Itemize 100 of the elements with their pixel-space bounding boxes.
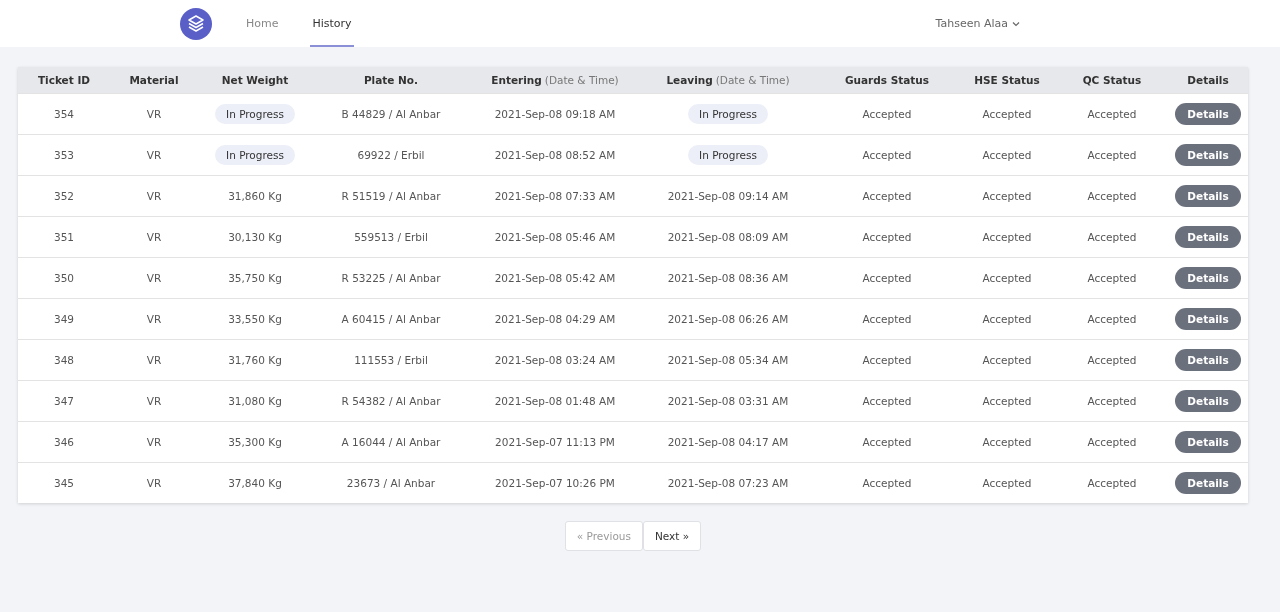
table-cell: 31,080 Kg	[228, 395, 282, 407]
details-button[interactable]: Details	[1175, 308, 1241, 330]
nav-link[interactable]: History	[310, 0, 354, 47]
table-cell: 350	[53, 272, 74, 284]
table-cell: VR	[146, 477, 162, 489]
table-cell: 2021-Sep-08 05:34 AM	[667, 354, 789, 366]
table-cell: Accepted	[982, 190, 1032, 202]
status-pill: In Progress	[688, 145, 768, 165]
table-cell: 2021-Sep-08 09:18 AM	[494, 108, 616, 120]
table-cell: 353	[53, 149, 74, 161]
details-button[interactable]: Details	[1175, 144, 1241, 166]
table-cell: Accepted	[1087, 477, 1137, 489]
table-cell: 351	[53, 231, 74, 243]
column-header: Ticket ID	[18, 67, 110, 93]
table-cell: Accepted	[982, 231, 1032, 243]
table-cell: Accepted	[982, 436, 1032, 448]
table-cell: VR	[146, 190, 162, 202]
details-button[interactable]: Details	[1175, 472, 1241, 494]
table-cell: VR	[146, 272, 162, 284]
table-cell: Accepted	[982, 149, 1032, 161]
table-cell: 345	[53, 477, 74, 489]
chevron-down-icon	[1012, 20, 1020, 27]
table-cell: Accepted	[982, 108, 1032, 120]
table-cell: 23673 / Al Anbar	[346, 477, 436, 489]
column-header: Guards Status	[816, 67, 958, 93]
details-button[interactable]: Details	[1175, 103, 1241, 125]
logo-icon[interactable]	[180, 7, 212, 40]
column-header: Net Weight	[198, 67, 312, 93]
table-cell: Accepted	[982, 313, 1032, 325]
table-cell: 2021-Sep-08 08:09 AM	[667, 231, 789, 243]
table-cell: 352	[53, 190, 74, 202]
table-cell: Accepted	[862, 354, 912, 366]
table-cell: Accepted	[1087, 190, 1137, 202]
column-header: QC Status	[1056, 67, 1168, 93]
table-cell: Accepted	[982, 395, 1032, 407]
table-cell: Accepted	[1087, 354, 1137, 366]
column-header: Entering (Date & Time)	[470, 67, 640, 93]
pagination-button[interactable]: Next »	[642, 521, 702, 551]
table-cell: 111553 / Erbil	[354, 354, 428, 366]
table-cell: 31,860 Kg	[228, 190, 282, 202]
table-cell: 349	[53, 313, 74, 325]
table-cell: VR	[146, 436, 162, 448]
table-cell: R 54382 / Al Anbar	[341, 395, 441, 407]
table-cell: 2021-Sep-08 07:23 AM	[667, 477, 789, 489]
column-header: Details	[1168, 67, 1248, 93]
table-cell: B 44829 / Al Anbar	[341, 108, 441, 120]
table-cell: Accepted	[982, 477, 1032, 489]
table-cell: 37,840 Kg	[228, 477, 282, 489]
table-cell: 33,550 Kg	[228, 313, 282, 325]
table-cell: A 16044 / Al Anbar	[341, 436, 441, 448]
nav-link[interactable]: Home	[244, 0, 281, 47]
details-button[interactable]: Details	[1175, 185, 1241, 207]
table-cell: Accepted	[862, 436, 912, 448]
table-cell: 2021-Sep-08 08:52 AM	[494, 149, 616, 161]
table-cell: Accepted	[862, 108, 912, 120]
details-button[interactable]: Details	[1175, 349, 1241, 371]
table-cell: 69922 / Erbil	[357, 149, 425, 161]
table-cell: Accepted	[1087, 395, 1137, 407]
table-cell: 354	[53, 108, 74, 120]
table-cell: 2021-Sep-08 05:46 AM	[494, 231, 616, 243]
table-cell: 2021-Sep-08 03:31 AM	[667, 395, 789, 407]
table-cell: Accepted	[1087, 149, 1137, 161]
table-cell: 347	[53, 395, 74, 407]
table-cell: VR	[146, 354, 162, 366]
table-cell: VR	[146, 231, 162, 243]
table-cell: Accepted	[862, 272, 912, 284]
table-cell: Accepted	[1087, 272, 1137, 284]
table-cell: 2021-Sep-08 04:29 AM	[494, 313, 616, 325]
table-cell: 348	[53, 354, 74, 366]
column-header: Leaving (Date & Time)	[640, 67, 816, 93]
table-cell: Accepted	[862, 231, 912, 243]
table-cell: Accepted	[982, 272, 1032, 284]
table-cell: 2021-Sep-08 07:33 AM	[494, 190, 616, 202]
user-menu[interactable]: Tahseen Alaa	[935, 17, 1020, 30]
table-cell: A 60415 / Al Anbar	[341, 313, 441, 325]
table-cell: VR	[146, 313, 162, 325]
table-cell: 559513 / Erbil	[354, 231, 428, 243]
table-cell: Accepted	[862, 190, 912, 202]
table-cell: 2021-Sep-08 04:17 AM	[667, 436, 789, 448]
table-cell: 346	[53, 436, 74, 448]
table-cell: VR	[146, 108, 162, 120]
table-cell: 31,760 Kg	[228, 354, 282, 366]
table-cell: 2021-Sep-08 03:24 AM	[494, 354, 616, 366]
details-button[interactable]: Details	[1175, 431, 1241, 453]
table-cell: R 51519 / Al Anbar	[341, 190, 441, 202]
table-cell: 2021-Sep-07 11:13 PM	[495, 436, 615, 448]
table-cell: Accepted	[1087, 436, 1137, 448]
status-pill: In Progress	[215, 145, 295, 165]
table-cell: 30,130 Kg	[228, 231, 282, 243]
table-cell: Accepted	[1087, 231, 1137, 243]
table-cell: VR	[146, 149, 162, 161]
details-button[interactable]: Details	[1175, 267, 1241, 289]
column-header: HSE Status	[958, 67, 1056, 93]
table-cell: Accepted	[862, 477, 912, 489]
table-cell: Accepted	[862, 395, 912, 407]
table-cell: 2021-Sep-08 09:14 AM	[667, 190, 789, 202]
details-button[interactable]: Details	[1175, 226, 1241, 248]
details-button[interactable]: Details	[1175, 390, 1241, 412]
table-cell: R 53225 / Al Anbar	[341, 272, 441, 284]
table-cell: Accepted	[1087, 313, 1137, 325]
